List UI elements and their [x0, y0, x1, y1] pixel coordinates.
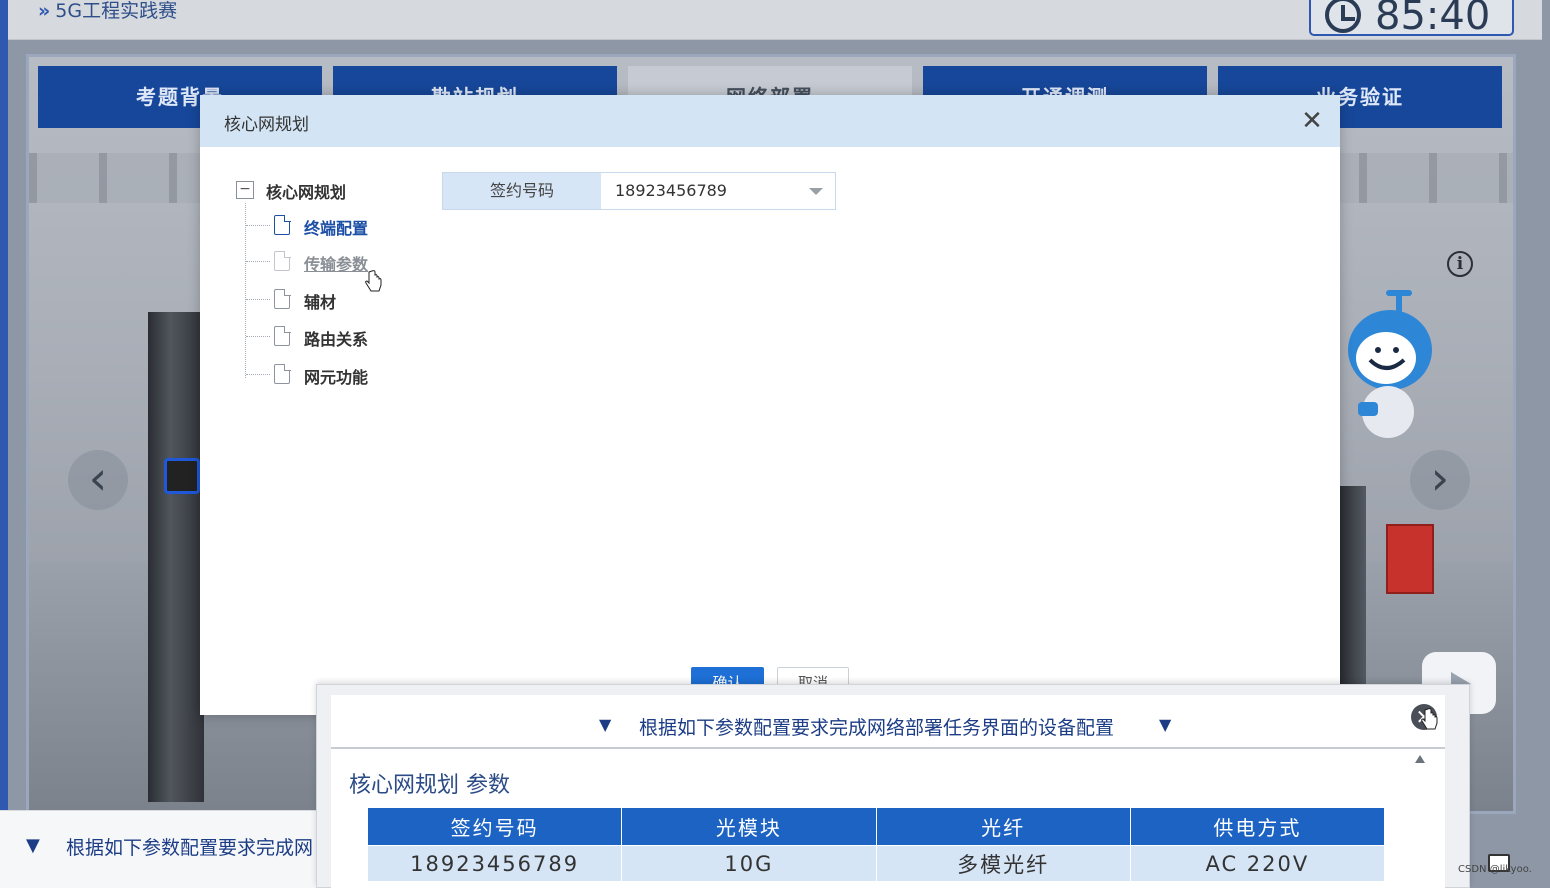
table-cell: 10G [621, 845, 877, 882]
tree-branch [246, 336, 270, 337]
triangle-down-icon[interactable]: ▼ [1159, 715, 1171, 734]
dialog-title: 核心网规划 [224, 115, 309, 135]
tree-branch [246, 299, 270, 300]
subscriber-number-value: 18923456789 [615, 181, 727, 200]
subscriber-number-label: 签约号码 [443, 173, 601, 209]
subscriber-number-row: 签约号码 18923456789 [442, 172, 836, 210]
parameter-panel-body: ▼ 根据如下参数配置要求完成网络部署任务界面的设备配置 ▼ ✕ 核心网规划 参数… [331, 695, 1445, 888]
tree-root-label: 核心网规划 [266, 183, 347, 202]
tree-item-label: 终端配置 [304, 219, 369, 238]
app-title: » 5G工程实践赛 [38, 0, 178, 22]
fire-extinguisher-box [1386, 524, 1434, 594]
triangle-down-icon[interactable]: ▼ [599, 715, 611, 734]
table-cell: 18923456789 [366, 845, 623, 882]
double-chevron-icon: » [38, 0, 50, 22]
dialog-header: 核心网规划 ✕ [200, 95, 1340, 147]
parameter-panel: ▼ 根据如下参数配置要求完成网络部署任务界面的设备配置 ▼ ✕ 核心网规划 参数… [316, 684, 1470, 888]
tree-item-label: 传输参数 [304, 255, 369, 274]
core-network-dialog: 核心网规划 ✕ − 核心网规划 终端配置 传输参数 辅材 路由关系 网元功能 签… [200, 95, 1340, 715]
equipment-rack[interactable] [148, 312, 204, 802]
dropdown-caret-icon[interactable] [809, 188, 823, 195]
tree-branch [246, 374, 270, 375]
tree-item-terminal-config[interactable]: 终端配置 [246, 213, 416, 239]
tree-item-label: 路由关系 [304, 330, 369, 349]
clock-icon [1325, 0, 1361, 33]
tree-item-transport-params[interactable]: 传输参数 [246, 249, 416, 275]
tree-item-routing[interactable]: 路由关系 [246, 324, 416, 350]
table-header-row: 签约号码 光模块 光纤 供电方式 [366, 807, 1386, 846]
parameter-panel-header[interactable]: ▼ 根据如下参数配置要求完成网络部署任务界面的设备配置 ▼ ✕ [331, 695, 1445, 749]
chevron-right-icon[interactable]: › [1410, 450, 1470, 510]
chevron-left-icon[interactable]: ‹ [68, 450, 128, 510]
document-icon [274, 288, 291, 309]
tree-item-ne-functions[interactable]: 网元功能 [246, 362, 416, 388]
parameter-table: 签约号码 光模块 光纤 供电方式 18923456789 10G 多模光纤 AC… [366, 807, 1386, 882]
hand-cursor-icon [1421, 708, 1438, 730]
rack-port-highlight[interactable] [164, 458, 200, 494]
left-edge-bar [0, 0, 8, 888]
collapse-icon[interactable]: − [236, 181, 254, 199]
tree-branch [246, 225, 270, 226]
column-header: 签约号码 [366, 807, 623, 846]
hand-cursor-icon [365, 270, 382, 292]
scroll-up-icon[interactable] [1415, 755, 1425, 763]
document-icon [274, 250, 291, 271]
countdown-timer: 85:40 [1309, 0, 1514, 39]
triangle-down-icon[interactable]: ▼ [26, 835, 40, 856]
column-header: 供电方式 [1129, 807, 1386, 846]
column-header: 光模块 [621, 807, 877, 846]
parameter-section-title: 核心网规划 参数 [349, 773, 510, 798]
document-icon [274, 214, 291, 235]
instruction-strip-left[interactable]: ▼ 根据如下参数配置要求完成网 [0, 810, 330, 888]
tree-branch [246, 261, 270, 262]
table-row: 18923456789 10G 多模光纤 AC 220V [366, 845, 1386, 882]
document-icon [274, 325, 291, 346]
subscriber-number-select[interactable]: 18923456789 [601, 173, 835, 209]
timer-value: 85:40 [1375, 0, 1491, 39]
config-tree: − 核心网规划 终端配置 传输参数 辅材 路由关系 网元功能 [236, 177, 426, 407]
tree-item-label: 辅材 [304, 293, 337, 312]
tree-item-materials[interactable]: 辅材 [246, 287, 416, 313]
table-cell: 多模光纤 [875, 845, 1131, 882]
tree-item-label: 网元功能 [304, 368, 369, 387]
table-cell: AC 220V [1129, 845, 1386, 882]
instruction-text-partial: 根据如下参数配置要求完成网 [66, 837, 314, 859]
robot-mascot [1348, 290, 1432, 438]
document-icon [274, 363, 291, 384]
close-icon[interactable]: ✕ [1298, 107, 1326, 135]
instruction-text: 根据如下参数配置要求完成网络部署任务界面的设备配置 [639, 717, 1115, 739]
column-header: 光纤 [875, 807, 1131, 846]
watermark: CSDN @likyoo. [1458, 864, 1532, 875]
info-icon[interactable]: i [1447, 251, 1473, 277]
